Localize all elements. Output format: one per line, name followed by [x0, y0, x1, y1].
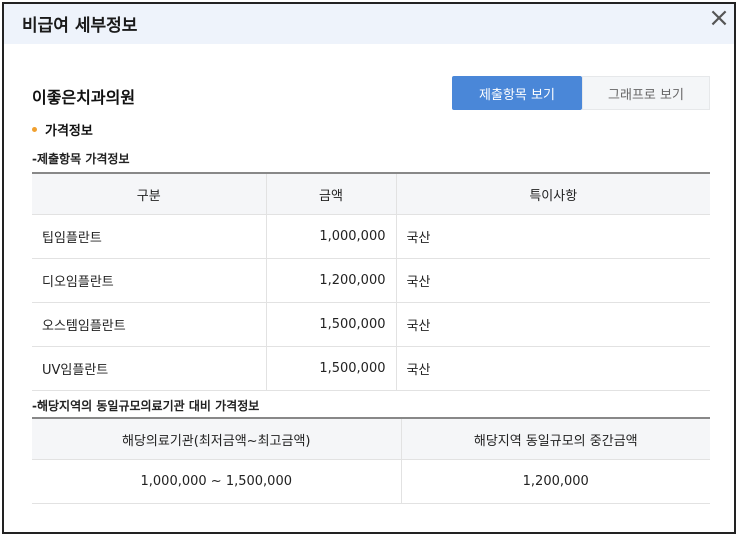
- header-amount: 금액: [266, 172, 397, 215]
- row-name: 오스템임플란트: [32, 302, 267, 347]
- dialog-title: 비급여 세부정보: [22, 16, 138, 36]
- median-value: 1,200,000: [401, 459, 710, 504]
- clinic-name: 이좋은치과의원: [32, 88, 136, 107]
- detail-dialog: 비급여 세부정보 × 이좋은치과의원 제출항목 보기 그래프로 보기 가격정보 …: [2, 2, 736, 534]
- header-notes: 특이사항: [396, 172, 710, 215]
- table-header-row: 해당의료기관(최저금액~최고금액) 해당지역 동일규모의 중간금액: [32, 417, 710, 460]
- table-row: 디오임플란트 1,200,000 국산: [32, 258, 710, 303]
- view-items-button[interactable]: 제출항목 보기: [452, 76, 582, 110]
- row-name: UV임플란트: [32, 346, 267, 391]
- row-name: 팁임플란트: [32, 214, 267, 259]
- table-row: UV임플란트 1,500,000 국산: [32, 346, 710, 391]
- view-graph-button[interactable]: 그래프로 보기: [582, 76, 710, 110]
- submitted-subtitle: -제출항목 가격정보: [32, 152, 130, 166]
- row-name: 디오임플란트: [32, 258, 267, 303]
- bullet-icon: [32, 127, 37, 132]
- table-row: 팁임플란트 1,000,000 국산: [32, 214, 710, 259]
- section-title-text: 가격정보: [45, 124, 93, 139]
- header-median: 해당지역 동일규모의 중간금액: [401, 417, 710, 460]
- row-note: 국산: [396, 214, 710, 259]
- row-note: 국산: [396, 258, 710, 303]
- table-header-row: 구분 금액 특이사항: [32, 172, 710, 215]
- regional-price-table: 해당의료기관(최저금액~최고금액) 해당지역 동일규모의 중간금액 1,000,…: [32, 417, 710, 504]
- header-category: 구분: [32, 172, 267, 215]
- row-amount: 1,500,000: [266, 346, 397, 391]
- table-row: 오스템임플란트 1,500,000 국산: [32, 302, 710, 347]
- row-note: 국산: [396, 302, 710, 347]
- section-title: 가격정보: [32, 120, 93, 139]
- row-amount: 1,500,000: [266, 302, 397, 347]
- header-range: 해당의료기관(최저금액~최고금액): [32, 417, 402, 460]
- regional-subtitle: -해당지역의 동일규모의료기관 대비 가격정보: [32, 399, 260, 413]
- row-amount: 1,000,000: [266, 214, 397, 259]
- submitted-price-table: 구분 금액 특이사항 팁임플란트 1,000,000 국산 디오임플란트 1,2…: [32, 172, 710, 391]
- range-value: 1,000,000 ~ 1,500,000: [32, 459, 402, 504]
- row-amount: 1,200,000: [266, 258, 397, 303]
- close-icon[interactable]: ×: [708, 5, 730, 31]
- table-row: 1,000,000 ~ 1,500,000 1,200,000: [32, 459, 710, 504]
- dialog-header: 비급여 세부정보 ×: [4, 4, 734, 44]
- row-note: 국산: [396, 346, 710, 391]
